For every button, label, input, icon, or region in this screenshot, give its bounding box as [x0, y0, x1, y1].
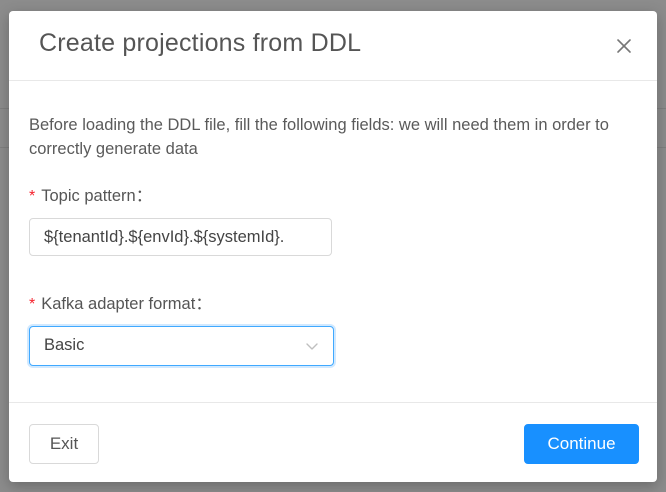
required-mark: *	[29, 188, 36, 205]
topic-pattern-label-text: Topic pattern：	[41, 187, 153, 205]
continue-button[interactable]: Continue	[524, 424, 639, 464]
intro-text: Before loading the DDL file, fill the fo…	[29, 116, 609, 158]
close-button[interactable]	[613, 35, 635, 57]
chevron-down-icon	[306, 343, 318, 350]
modal-footer: Exit Continue	[9, 402, 657, 482]
topic-pattern-input[interactable]	[29, 218, 332, 256]
kafka-adapter-format-select[interactable]: Basic	[29, 326, 334, 366]
required-mark: *	[29, 296, 36, 313]
modal-body: Before loading the DDL file, fill the fo…	[9, 81, 657, 402]
modal-header: Create projections from DDL	[9, 11, 657, 81]
kafka-adapter-format-label: * Kafka adapter format：	[29, 290, 212, 314]
create-projections-dialog: Create projections from DDL Before loadi…	[9, 11, 657, 482]
select-value: Basic	[44, 336, 85, 354]
exit-button[interactable]: Exit	[29, 424, 99, 464]
modal-title: Create projections from DDL	[39, 29, 362, 57]
close-icon	[617, 39, 631, 53]
topic-pattern-label: * Topic pattern：	[29, 182, 152, 206]
kafka-adapter-format-label-text: Kafka adapter format：	[41, 295, 212, 313]
